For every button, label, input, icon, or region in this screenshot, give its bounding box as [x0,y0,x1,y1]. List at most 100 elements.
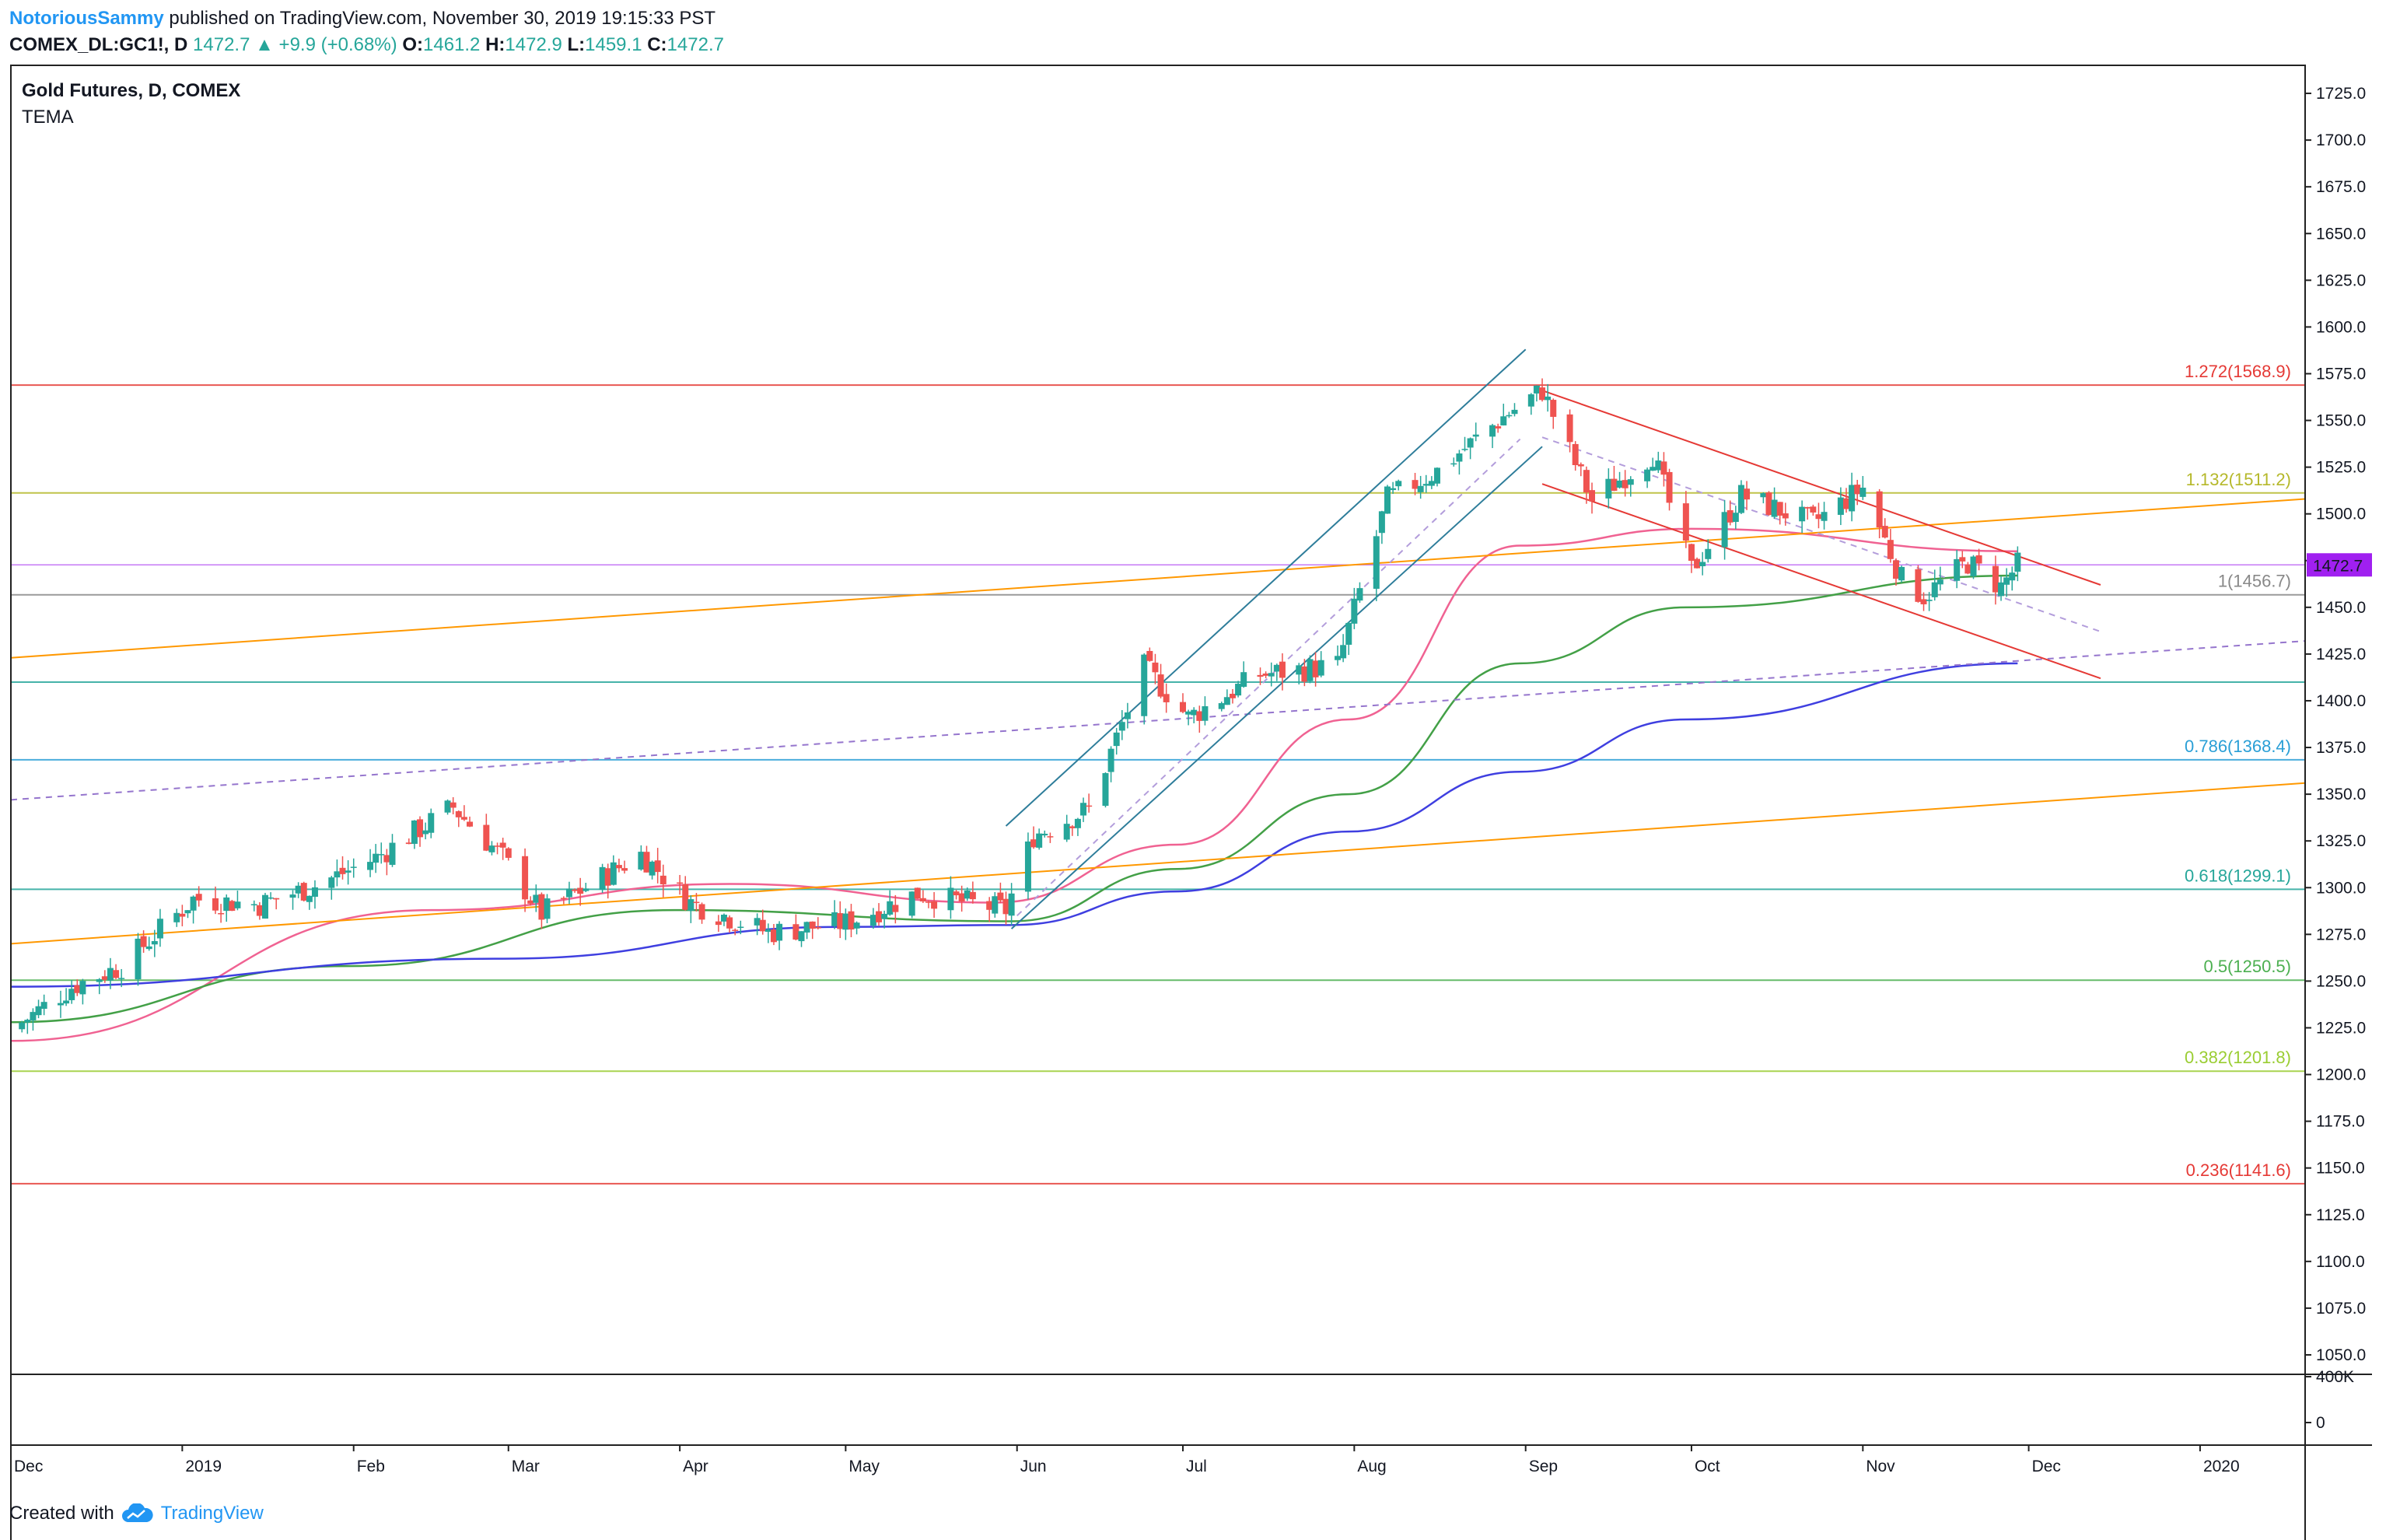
candle-body[interactable] [1086,805,1093,807]
candle-body[interactable] [1113,732,1120,747]
candle-body[interactable] [522,856,529,900]
candle-body[interactable] [853,922,860,929]
candle-body[interactable] [1771,499,1778,517]
candle-body[interactable] [1223,697,1230,705]
candle-body[interactable] [1340,645,1347,659]
candle-body[interactable] [1705,548,1712,559]
candle-body[interactable] [1804,506,1811,509]
candle-body[interactable] [1107,748,1114,772]
candle-body[interactable] [417,819,424,838]
candle-body[interactable] [1273,664,1280,672]
candle-body[interactable] [1765,492,1772,516]
candle-body[interactable] [1268,673,1275,677]
candle-body[interactable] [1539,387,1546,401]
candle-body[interactable] [1461,449,1468,450]
candle-body[interactable] [1185,711,1192,715]
candle-body[interactable] [572,889,579,891]
candle-body[interactable] [1849,485,1856,512]
candle-body[interactable] [1915,569,1922,602]
candle-body[interactable] [1843,498,1849,509]
candle-body[interactable] [467,821,473,827]
candle-body[interactable] [1660,461,1667,475]
candle-body[interactable] [96,978,103,982]
candle-body[interactable] [1240,672,1247,688]
candle-body[interactable] [837,913,844,929]
candle-body[interactable] [754,918,761,926]
candle-body[interactable] [1920,599,1927,604]
candle-body[interactable] [1191,709,1198,716]
candle-body[interactable] [428,813,435,833]
candle-body[interactable] [925,901,932,903]
candle-body[interactable] [1776,502,1783,516]
candle-body[interactable] [538,894,545,920]
candle-body[interactable] [1384,486,1391,514]
candle-body[interactable] [328,877,335,888]
candle-body[interactable] [677,882,684,884]
candle-body[interactable] [1583,470,1590,493]
candle-body[interactable] [1500,416,1507,425]
candle-body[interactable] [1854,485,1861,495]
candle-body[interactable] [411,820,418,844]
candle-body[interactable] [715,921,722,926]
candle-body[interactable] [107,968,114,981]
candle-body[interactable] [19,1022,26,1030]
candle-body[interactable] [1472,434,1479,437]
candle-body[interactable] [1412,480,1419,489]
candle-body[interactable] [306,895,313,902]
candle-body[interactable] [1030,839,1037,848]
candle-body[interactable] [450,802,457,808]
candle-body[interactable] [610,862,617,885]
candle-body[interactable] [1511,409,1518,415]
candle-body[interactable] [1506,415,1513,417]
candle-body[interactable] [1666,471,1673,503]
candle-body[interactable] [1737,485,1744,513]
candle-body[interactable] [1456,453,1463,462]
candle-body[interactable] [737,926,744,929]
candle-body[interactable] [583,888,590,891]
candle-body[interactable] [687,899,694,911]
candle-body[interactable] [1881,526,1888,538]
candle-body[interactable] [638,852,645,870]
candle-body[interactable] [931,901,938,909]
candle-body[interactable] [63,1000,70,1004]
candle-body[interactable] [79,981,86,995]
candle-body[interactable] [1422,484,1429,486]
candle-body[interactable] [1157,674,1164,697]
candle-body[interactable] [1041,833,1048,836]
candle-body[interactable] [1047,836,1054,838]
candle-body[interactable] [1694,558,1701,569]
candle-body[interactable] [1992,565,1999,593]
candle-body[interactable] [599,866,606,890]
candle-body[interactable] [565,888,572,898]
candle-body[interactable] [234,901,241,908]
candle-body[interactable] [992,896,999,914]
candle-body[interactable] [455,810,462,817]
candle-body[interactable] [190,896,197,911]
candle-body[interactable] [113,970,120,978]
candle-body[interactable] [1572,443,1579,465]
candle-body[interactable] [24,1020,31,1023]
candle-body[interactable] [40,1002,47,1010]
candle-body[interactable] [256,905,263,916]
candle-body[interactable] [1262,674,1269,676]
candle-body[interactable] [1627,479,1634,485]
candle-body[interactable] [953,891,960,896]
candle-body[interactable] [494,845,501,847]
candle-body[interactable] [367,862,374,870]
trendline[interactable] [10,782,2306,945]
candle-body[interactable] [1936,579,1943,585]
candle-body[interactable] [809,921,816,929]
candle-body[interactable] [1821,512,1828,521]
candle-body[interactable] [1721,512,1728,548]
candle-body[interactable] [1345,622,1352,645]
candle-body[interactable] [869,915,876,926]
candle-body[interactable] [759,919,766,932]
candle-body[interactable] [184,910,191,914]
candle-body[interactable] [848,911,855,930]
candle-body[interactable] [57,1003,64,1006]
candle-body[interactable] [1152,662,1159,673]
candle-body[interactable] [460,817,467,820]
candle-body[interactable] [273,898,280,900]
candle-body[interactable] [1898,566,1905,581]
candle-body[interactable] [1699,562,1706,567]
